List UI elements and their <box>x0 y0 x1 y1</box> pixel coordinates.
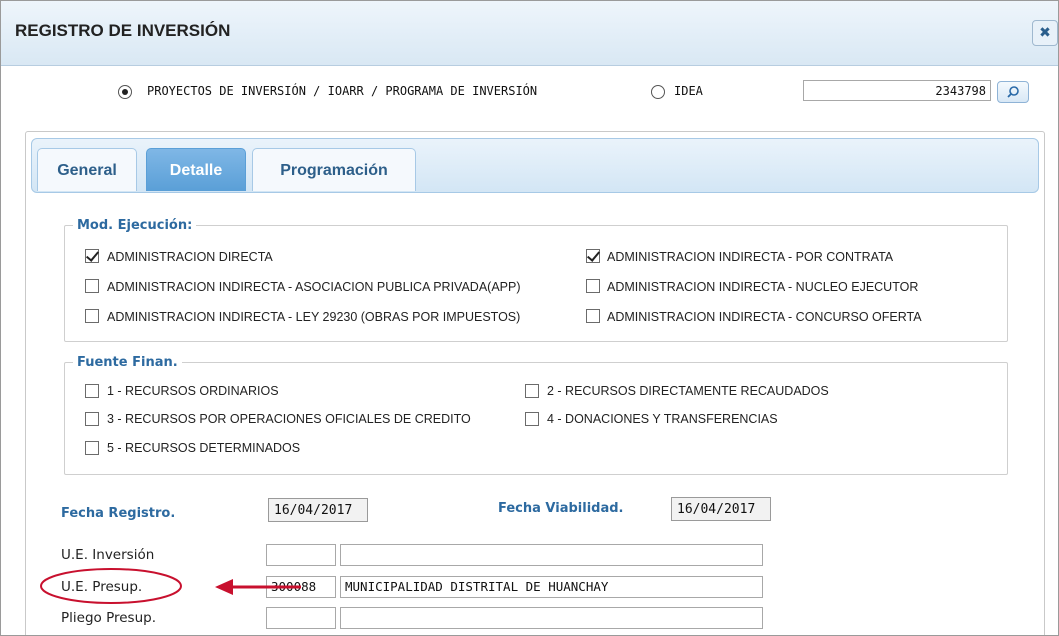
annotation-ellipse <box>40 568 182 604</box>
registro-inversion-dialog: REGISTRO DE INVERSIÓN ✖ PROYECTOS DE INV… <box>0 0 1059 636</box>
annotation-overlay <box>40 568 301 604</box>
annotation-arrow-head <box>215 579 233 595</box>
